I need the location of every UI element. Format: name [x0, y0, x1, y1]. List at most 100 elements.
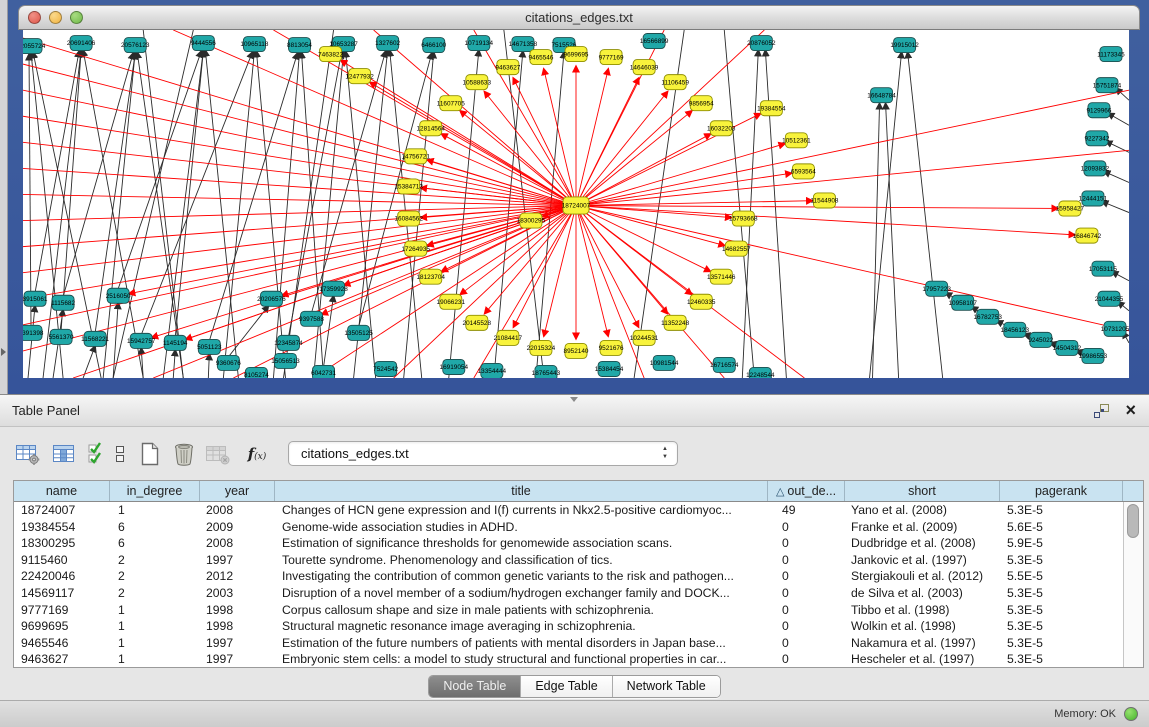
- table-row[interactable]: 1872400712008Changes of HCN gene express…: [14, 502, 1123, 519]
- table-cell[interactable]: 0: [768, 585, 845, 602]
- column-visibility-icon[interactable]: [50, 440, 78, 468]
- table-row[interactable]: 946362711997Embryonic stem cells: a mode…: [14, 651, 1123, 667]
- column-header-title[interactable]: title: [275, 481, 768, 501]
- table-cell[interactable]: Estimation of significance thresholds fo…: [275, 535, 768, 552]
- table-cell[interactable]: 1998: [200, 602, 275, 619]
- table-cell[interactable]: 0: [768, 568, 845, 585]
- table-panel-header[interactable]: Table Panel ×: [0, 394, 1149, 427]
- table-cell[interactable]: Corpus callosum shape and size in male p…: [275, 602, 768, 619]
- table-selector-dropdown[interactable]: citations_edges.txt ▲ ▼: [288, 441, 678, 466]
- table-cell[interactable]: 9463627: [14, 651, 110, 667]
- table-cell[interactable]: Disruption of a novel member of a sodium…: [275, 585, 768, 602]
- table-cell[interactable]: 1: [110, 635, 200, 652]
- table-cell[interactable]: Changes of HCN gene expression and I(f) …: [275, 502, 768, 519]
- divider-grip-icon[interactable]: [570, 397, 578, 402]
- column-header-in_degree[interactable]: in_degree: [110, 481, 200, 501]
- table-row[interactable]: 1830029562008Estimation of significance …: [14, 535, 1123, 552]
- table-cell[interactable]: 2008: [200, 535, 275, 552]
- close-window-button[interactable]: [28, 11, 41, 24]
- table-cell[interactable]: Embryonic stem cells: a model to study s…: [275, 651, 768, 667]
- table-cell[interactable]: 0: [768, 602, 845, 619]
- table-cell[interactable]: 5.3E-5: [1000, 552, 1123, 569]
- table-cell[interactable]: 1: [110, 602, 200, 619]
- minimize-window-button[interactable]: [49, 11, 62, 24]
- table-cell[interactable]: 6: [110, 519, 200, 536]
- table-cell[interactable]: 14569117: [14, 585, 110, 602]
- table-cell[interactable]: 1: [110, 502, 200, 519]
- tab-edge-table[interactable]: Edge Table: [520, 676, 611, 697]
- scrollbar-thumb[interactable]: [1127, 504, 1139, 538]
- table-cell[interactable]: Nakamura et al. (1997): [845, 635, 1000, 652]
- table-cell[interactable]: Estimation of the future numbers of pati…: [275, 635, 768, 652]
- table-cell[interactable]: 9465546: [14, 635, 110, 652]
- table-cell[interactable]: 5.6E-5: [1000, 519, 1123, 536]
- tab-network-table[interactable]: Network Table: [612, 676, 720, 697]
- table-cell[interactable]: 0: [768, 519, 845, 536]
- table-cell[interactable]: 2003: [200, 585, 275, 602]
- table-cell[interactable]: 1997: [200, 635, 275, 652]
- table-cell[interactable]: 0: [768, 635, 845, 652]
- function-builder-icon[interactable]: f(x): [240, 440, 274, 468]
- table-scrollbar[interactable]: [1123, 502, 1143, 667]
- column-header-year[interactable]: year: [200, 481, 275, 501]
- table-cell[interactable]: Dudbridge et al. (2008): [845, 535, 1000, 552]
- table-cell[interactable]: 1: [110, 651, 200, 667]
- table-cell[interactable]: de Silva et al. (2003): [845, 585, 1000, 602]
- table-cell[interactable]: 2008: [200, 502, 275, 519]
- table-cell[interactable]: 0: [768, 651, 845, 667]
- table-cell[interactable]: 2: [110, 568, 200, 585]
- table-cell[interactable]: 22420046: [14, 568, 110, 585]
- table-cell[interactable]: 1: [110, 618, 200, 635]
- table-settings-icon[interactable]: [14, 440, 42, 468]
- table-cell[interactable]: 5.9E-5: [1000, 535, 1123, 552]
- table-row[interactable]: 977716911998Corpus callosum shape and si…: [14, 602, 1123, 619]
- column-header-name[interactable]: name: [14, 481, 110, 501]
- table-cell[interactable]: 9115460: [14, 552, 110, 569]
- table-cell[interactable]: 5.3E-5: [1000, 618, 1123, 635]
- table-cell[interactable]: Structural magnetic resonance image aver…: [275, 618, 768, 635]
- table-row[interactable]: 1938455462009Genome-wide association stu…: [14, 519, 1123, 536]
- table-cell[interactable]: Tourette syndrome. Phenomenology and cla…: [275, 552, 768, 569]
- table-cell[interactable]: Wolkin et al. (1998): [845, 618, 1000, 635]
- table-cell[interactable]: 9777169: [14, 602, 110, 619]
- table-cell[interactable]: 1997: [200, 552, 275, 569]
- network-canvas[interactable]: 1205572420691406205761239444556109651188…: [23, 30, 1129, 378]
- memory-ok-indicator-icon[interactable]: [1124, 707, 1138, 721]
- table-cell[interactable]: Genome-wide association studies in ADHD.: [275, 519, 768, 536]
- table-cell[interactable]: 1997: [200, 651, 275, 667]
- table-cell[interactable]: 18300295: [14, 535, 110, 552]
- table-cell[interactable]: 18724007: [14, 502, 110, 519]
- table-cell[interactable]: Stergiakouli et al. (2012): [845, 568, 1000, 585]
- delete-trash-icon[interactable]: [170, 440, 198, 468]
- close-panel-icon[interactable]: ×: [1125, 399, 1136, 421]
- table-cell[interactable]: 5.3E-5: [1000, 602, 1123, 619]
- table-cell[interactable]: 0: [768, 552, 845, 569]
- table-row[interactable]: 946554611997Estimation of the future num…: [14, 635, 1123, 652]
- splitpane-collapse-icon[interactable]: [1, 348, 6, 356]
- zoom-window-button[interactable]: [70, 11, 83, 24]
- column-header-out_de[interactable]: △out_de...: [768, 481, 845, 501]
- row-select-checks-icon[interactable]: [84, 440, 112, 468]
- column-header-short[interactable]: short: [845, 481, 1000, 501]
- table-cell[interactable]: 0: [768, 618, 845, 635]
- table-cell[interactable]: 9699695: [14, 618, 110, 635]
- table-cell[interactable]: 5.3E-5: [1000, 585, 1123, 602]
- table-cell[interactable]: Franke et al. (2009): [845, 519, 1000, 536]
- table-row[interactable]: 2242004622012Investigating the contribut…: [14, 568, 1123, 585]
- table-cell[interactable]: Jankovic et al. (1997): [845, 552, 1000, 569]
- table-cell[interactable]: 0: [768, 535, 845, 552]
- table-cell[interactable]: 5.3E-5: [1000, 635, 1123, 652]
- table-cell[interactable]: 49: [768, 502, 845, 519]
- table-cell[interactable]: Tibbo et al. (1998): [845, 602, 1000, 619]
- table-cell[interactable]: 2012: [200, 568, 275, 585]
- column-handle-icon[interactable]: [112, 440, 128, 468]
- tab-node-table[interactable]: Node Table: [429, 676, 520, 697]
- citation-network-graph[interactable]: 1205572420691406205761239444556109651188…: [23, 30, 1129, 378]
- new-table-icon[interactable]: [136, 440, 164, 468]
- table-cell[interactable]: 19384554: [14, 519, 110, 536]
- table-cell[interactable]: 6: [110, 535, 200, 552]
- table-cell[interactable]: 5.3E-5: [1000, 651, 1123, 667]
- table-cell[interactable]: Hescheler et al. (1997): [845, 651, 1000, 667]
- table-cell[interactable]: 5.3E-5: [1000, 502, 1123, 519]
- table-cell[interactable]: Investigating the contribution of common…: [275, 568, 768, 585]
